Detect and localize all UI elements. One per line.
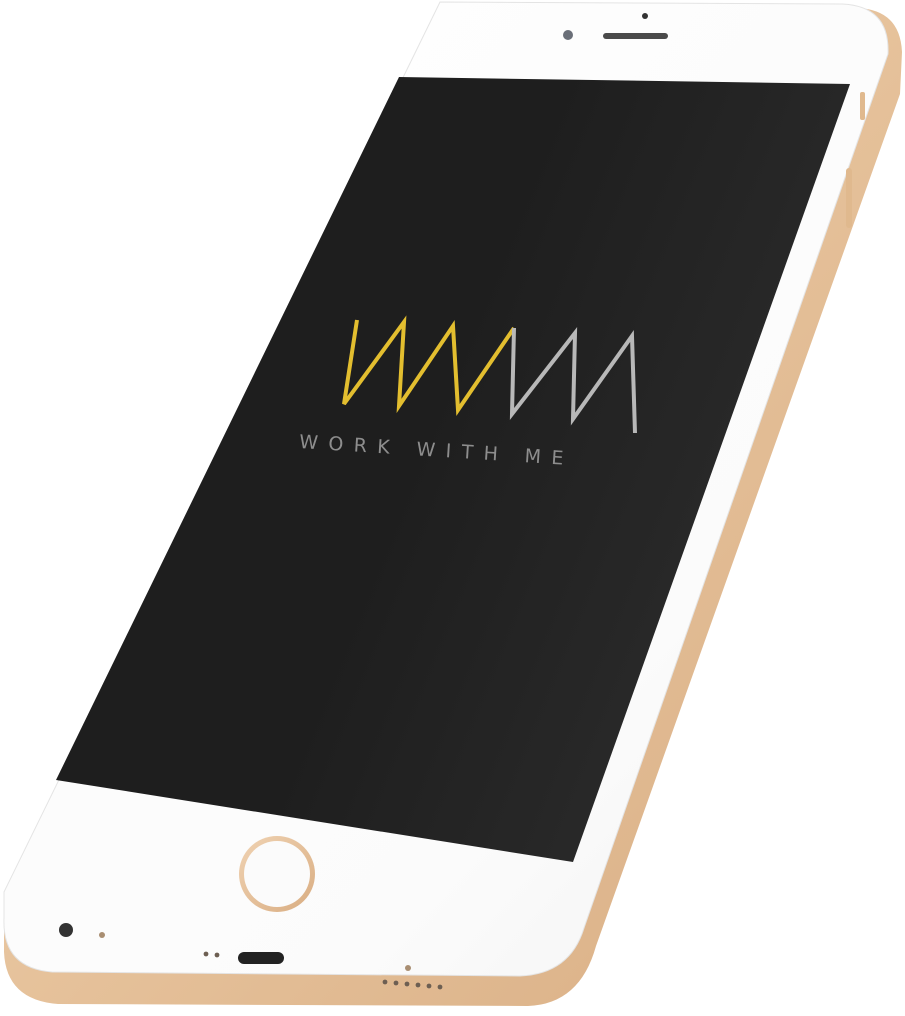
headphone-jack <box>59 923 73 937</box>
front-camera <box>563 30 573 40</box>
earpiece-slot <box>603 33 668 39</box>
lightning-port <box>238 952 284 964</box>
phone-mockup: WORK WITH ME <box>0 0 905 1012</box>
side-switch <box>860 92 865 120</box>
volume-button <box>846 168 852 228</box>
home-button[interactable] <box>244 841 310 907</box>
proximity-sensor <box>642 13 648 19</box>
device-illustration <box>3 1 902 1006</box>
screw-right <box>405 965 411 971</box>
screw-left <box>99 932 105 938</box>
